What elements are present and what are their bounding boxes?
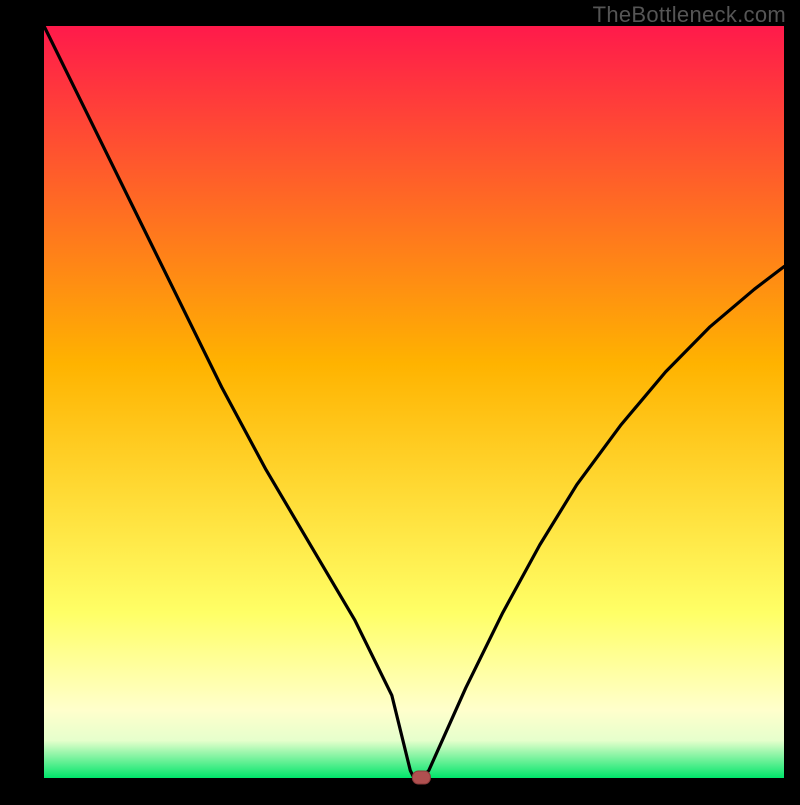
chart-frame: TheBottleneck.com — [0, 0, 800, 800]
plot-area — [44, 26, 784, 778]
bottleneck-chart — [0, 0, 800, 800]
watermark: TheBottleneck.com — [593, 2, 786, 28]
min-marker — [412, 771, 430, 784]
